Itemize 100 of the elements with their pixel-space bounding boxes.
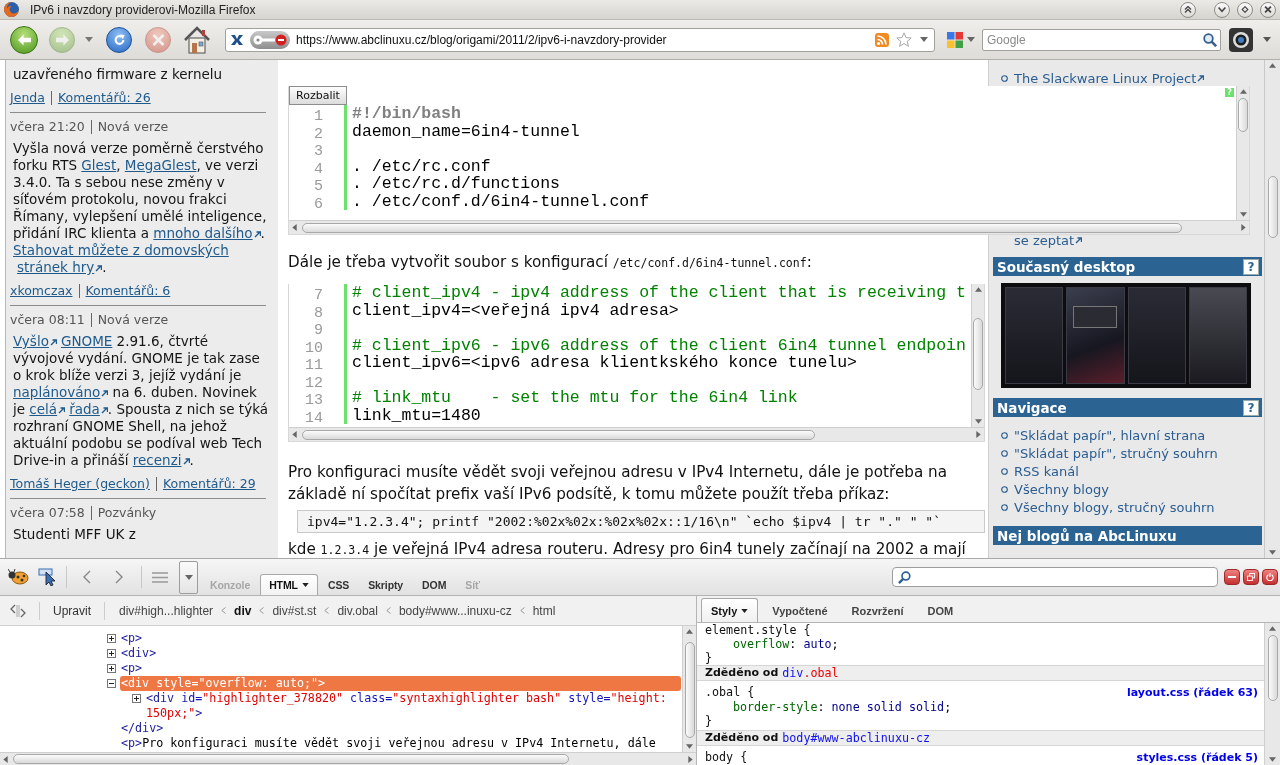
maximize-button[interactable]	[1237, 1, 1253, 18]
arrow-down-icon[interactable]	[1269, 757, 1276, 762]
edit-button[interactable]: Upravit	[53, 603, 91, 618]
expand-icon[interactable]	[107, 634, 116, 643]
panel-tab[interactable]: CSS	[318, 574, 359, 595]
article-link[interactable]: GNOME	[60, 333, 113, 349]
breadcrumb[interactable]: html	[531, 603, 557, 618]
html-node[interactable]: <div>	[120, 646, 681, 661]
menu-dropdown-button[interactable]	[1263, 37, 1271, 42]
scrollbar-thumb[interactable]	[973, 318, 983, 390]
search-icon[interactable]	[1203, 32, 1217, 47]
arrow-down-icon[interactable]	[1269, 550, 1276, 555]
comments-link[interactable]: Komentářů: 26	[57, 89, 151, 107]
horizontal-scrollbar[interactable]	[289, 427, 984, 441]
article-link[interactable]: MegaGlest	[124, 157, 197, 173]
sidebar-link[interactable]: The Slackware Linux Project	[1014, 70, 1197, 86]
article-link[interactable]: stránek hry	[17, 259, 95, 275]
expand-button[interactable]: Rozbalit	[289, 86, 347, 105]
source-link[interactable]: layout.css (řádek 63)	[1127, 686, 1258, 700]
vertical-scrollbar[interactable]	[1264, 623, 1280, 765]
caret-down-icon[interactable]	[920, 37, 928, 42]
vertical-scrollbar[interactable]	[1264, 60, 1280, 558]
reload-button[interactable]	[106, 26, 132, 53]
address-bar[interactable]: https://www.abclinuxu.cz/blog/origami/2011/2/ipv6-i-navzdory-provider	[225, 27, 935, 52]
scrollbar-thumb[interactable]	[13, 754, 569, 764]
vertical-scrollbar[interactable]	[971, 284, 984, 427]
star-icon[interactable]	[896, 32, 912, 47]
side-panel-tab[interactable]: DOM	[917, 598, 964, 622]
arrow-down-icon[interactable]	[974, 419, 982, 424]
article-link[interactable]: mnoho dalšího	[153, 225, 253, 241]
panel-tab[interactable]: DOM	[413, 574, 456, 595]
devtools-menu-button[interactable]	[8, 569, 30, 585]
nav-link[interactable]: RSS kanál	[1014, 463, 1079, 479]
article-link[interactable]: Stahovat můžete z domovských	[13, 242, 229, 258]
nav-link[interactable]: Všechny blogy	[1014, 481, 1109, 497]
scrollbar-thumb[interactable]	[1267, 635, 1278, 701]
inspect-button[interactable]	[38, 568, 56, 586]
expand-icon[interactable]	[107, 649, 116, 658]
breadcrumb[interactable]: div	[233, 603, 253, 618]
inherited-selector[interactable]: div.obal	[782, 666, 839, 680]
scrollbar-thumb[interactable]	[302, 222, 1182, 233]
close-button[interactable]	[1262, 569, 1278, 585]
html-node[interactable]: <p>	[120, 631, 681, 646]
arrow-right-icon[interactable]	[1241, 224, 1246, 231]
breadcrumb[interactable]: div#high...hlighter	[118, 603, 215, 618]
search-field[interactable]: Google	[982, 28, 1221, 51]
arrow-up-icon[interactable]	[1269, 63, 1276, 68]
article-link[interactable]: Vyšlo	[13, 333, 49, 349]
site-identity-button[interactable]	[250, 30, 290, 49]
camera-button[interactable]	[1229, 27, 1253, 52]
breadcrumb[interactable]: div.obal	[336, 603, 379, 618]
arrow-up-icon[interactable]	[1239, 89, 1247, 94]
breadcrumb[interactable]: div#st.st	[271, 603, 318, 618]
horizontal-scrollbar[interactable]	[0, 752, 696, 765]
vertical-scrollbar[interactable]	[682, 626, 696, 752]
sidebar-link[interactable]: se zeptat	[1014, 232, 1075, 248]
arrow-left-icon[interactable]	[292, 224, 297, 231]
home-button[interactable]	[183, 25, 211, 54]
nav-link[interactable]: "Skládat papír", stručný souhrn	[1014, 445, 1218, 461]
html-node[interactable]: <p>Pro konfiguraci musíte vědět svoji veřejnou adresu v IPv4 Internetu, dále	[120, 736, 681, 751]
author-link[interactable]: xkomczax	[10, 282, 73, 300]
arrow-up-icon[interactable]	[686, 629, 693, 634]
article-link[interactable]: celá	[29, 401, 58, 417]
author-link[interactable]: Jenda	[10, 89, 45, 107]
arrow-up-icon[interactable]	[974, 287, 982, 292]
arrow-down-icon[interactable]	[1239, 212, 1247, 217]
side-panel-tab[interactable]: Vypočtené	[762, 598, 838, 622]
panel-menu-button[interactable]	[179, 560, 198, 594]
help-button[interactable]: ?	[1243, 399, 1259, 416]
help-button[interactable]: ?	[1243, 258, 1259, 275]
html-node[interactable]: <p>	[120, 661, 681, 676]
back-button[interactable]	[10, 25, 38, 54]
expand-icon[interactable]	[107, 664, 116, 673]
side-panel-tab[interactable]: Rozvržení	[841, 598, 914, 622]
arrow-right-icon[interactable]	[976, 431, 981, 438]
rss-feed-icon[interactable]	[875, 32, 889, 47]
arrow-down-icon[interactable]	[686, 744, 693, 749]
detach-button[interactable]	[1243, 569, 1259, 585]
shade-button[interactable]	[1180, 1, 1196, 18]
expand-icon[interactable]	[132, 694, 141, 703]
arrow-left-icon[interactable]	[3, 755, 8, 763]
breadcrumb[interactable]: body#www...inuxu-cz	[397, 603, 513, 618]
article-link[interactable]: naplánováno	[13, 384, 101, 400]
horizontal-scrollbar[interactable]	[289, 220, 1249, 234]
scrollbar-thumb[interactable]	[1267, 176, 1278, 238]
scrollbar-thumb[interactable]	[684, 642, 695, 738]
article-link[interactable]: řada	[69, 401, 100, 417]
close-button[interactable]	[1260, 1, 1276, 18]
nav-link[interactable]: Všechny blogy, stručný souhrn	[1014, 499, 1215, 515]
list-button[interactable]	[150, 571, 170, 583]
arrow-right-icon[interactable]	[688, 755, 693, 763]
comments-link[interactable]: Komentářů: 29	[162, 475, 256, 493]
minimize-button[interactable]	[1214, 1, 1230, 18]
source-link[interactable]: styles.css (řádek 5)	[1136, 751, 1258, 765]
side-panel-tab[interactable]: Styly	[701, 598, 759, 622]
arrow-up-icon[interactable]	[1269, 626, 1276, 631]
comments-link[interactable]: Komentářů: 6	[85, 282, 171, 300]
panel-tab[interactable]: Skripty	[359, 574, 413, 595]
scrollbar-thumb[interactable]	[1238, 98, 1248, 132]
minimize-button[interactable]	[1224, 569, 1240, 585]
